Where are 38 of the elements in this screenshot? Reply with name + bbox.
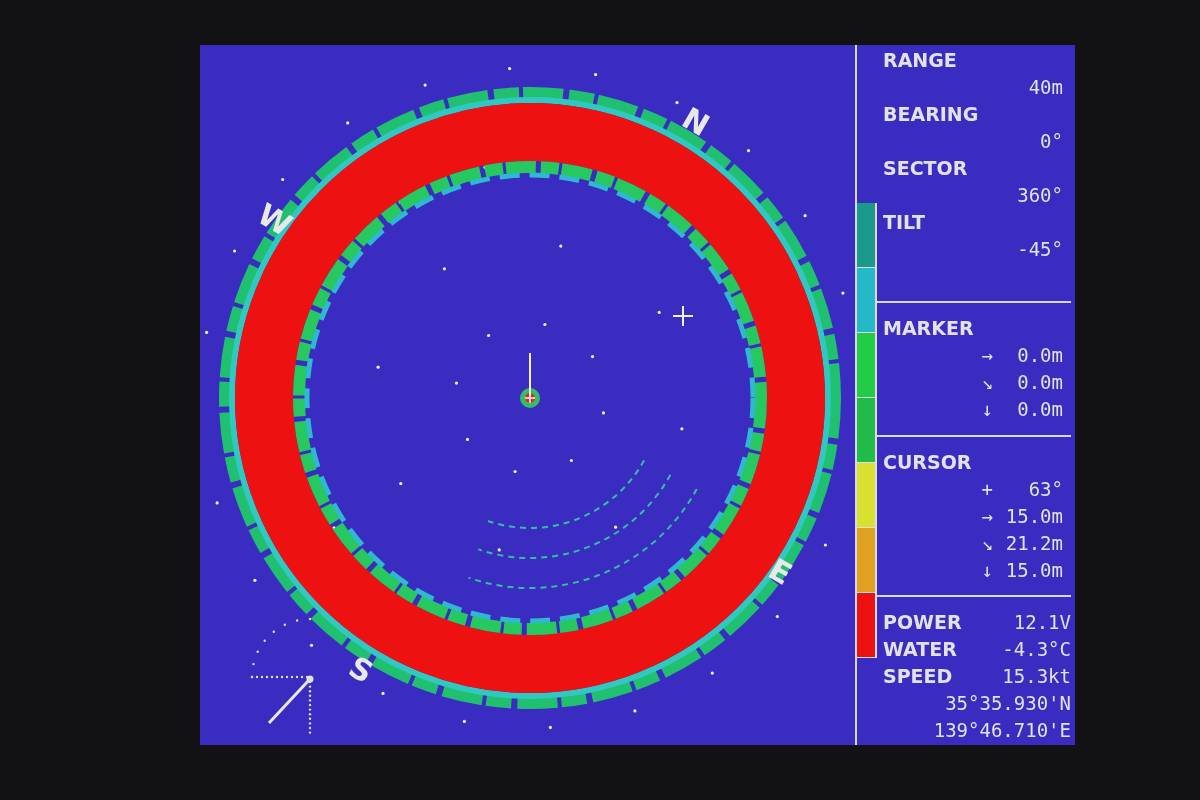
position-coordinate: 35°35.930'N [944, 691, 1071, 716]
setting-value: -45° [1016, 237, 1064, 262]
measurement-value: 21.2m [1004, 531, 1063, 556]
status-label: SPEED [882, 664, 953, 689]
direction-symbol: ↓ [981, 397, 993, 422]
status-label: WATER [882, 637, 957, 662]
status-value: 12.1V [1013, 610, 1071, 635]
section-title: MARKER [882, 316, 975, 341]
direction-symbol: + [981, 477, 993, 502]
measurement-value: 63° [1027, 477, 1063, 502]
setting-label: RANGE [882, 48, 958, 73]
status-value: 15.3kt [1002, 664, 1071, 689]
measurement-value: 0.0m [1016, 343, 1063, 368]
direction-symbol: ↘ [981, 370, 993, 395]
measurement-value: 0.0m [1016, 370, 1063, 395]
setting-value: 360° [1016, 183, 1064, 208]
direction-symbol: → [981, 343, 993, 368]
direction-symbol: ↘ [981, 531, 993, 556]
compass-label: S [343, 651, 378, 689]
cursor-cross-icon [672, 305, 694, 327]
setting-label: BEARING [882, 102, 980, 127]
vessel-center-drawing [520, 352, 540, 408]
direction-symbol: → [981, 504, 993, 529]
compass-label: N [677, 102, 714, 142]
status-label: POWER [882, 610, 962, 635]
direction-symbol: ↓ [981, 558, 993, 583]
measurement-value: 15.0m [1004, 558, 1063, 583]
setting-value: 40m [1027, 75, 1064, 100]
setting-label: SECTOR [882, 156, 969, 181]
section-title: CURSOR [882, 450, 973, 475]
status-value: -4.3°C [1002, 637, 1071, 662]
compass-label: E [763, 553, 797, 591]
compass-label: W [252, 198, 297, 242]
measurement-value: 15.0m [1004, 504, 1063, 529]
setting-value: 0° [1039, 129, 1064, 154]
position-coordinate: 139°46.710'E [932, 718, 1071, 743]
setting-label: TILT [882, 210, 926, 235]
measurement-value: 0.0m [1016, 397, 1063, 422]
